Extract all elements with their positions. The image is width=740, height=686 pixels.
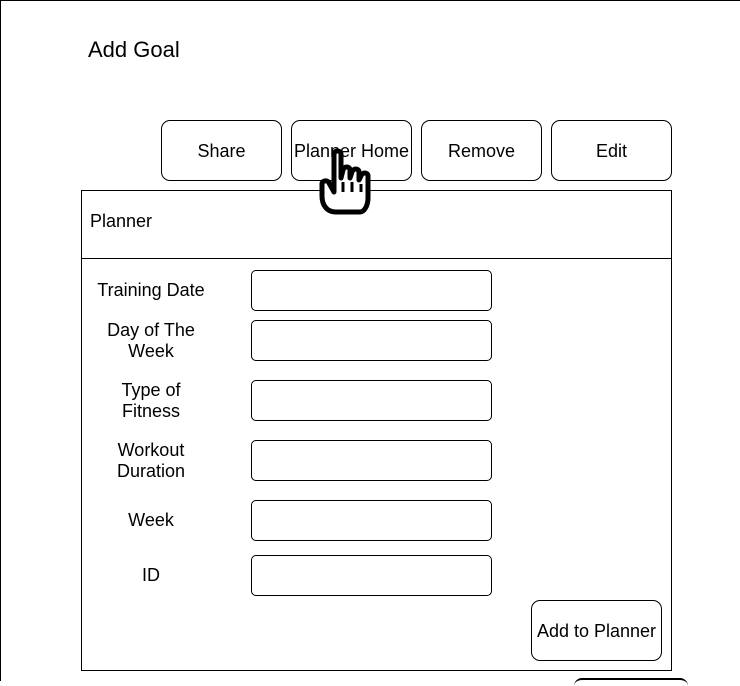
planner-title: Planner <box>90 211 153 231</box>
id-field[interactable] <box>251 555 492 596</box>
remove-button[interactable]: Remove <box>421 120 542 181</box>
edit-button[interactable]: Edit <box>551 120 672 181</box>
window-border-top <box>0 0 740 1</box>
type-of-fitness-field[interactable] <box>251 380 492 421</box>
planner-panel: Planner <box>81 190 672 671</box>
training-date-label: Training Date <box>97 280 205 300</box>
offscreen-element-edge <box>574 678 688 686</box>
training-date-field[interactable] <box>251 270 492 311</box>
type-of-fitness-label: Type of Fitness <box>121 380 181 421</box>
add-to-planner-button[interactable]: Add to Planner <box>531 600 662 661</box>
day-of-week-field[interactable] <box>251 320 492 361</box>
id-label: ID <box>142 565 160 585</box>
week-field[interactable] <box>251 500 492 541</box>
week-label: Week <box>128 510 174 530</box>
planner-home-button[interactable]: Planner Home <box>291 120 412 181</box>
workout-duration-label: Workout Duration <box>116 440 186 481</box>
page-title: Add Goal <box>88 37 180 62</box>
planner-divider <box>82 258 671 259</box>
share-button[interactable]: Share <box>161 120 282 181</box>
window-border-left <box>0 0 1 681</box>
day-of-week-label: Day of The Week <box>107 320 195 361</box>
workout-duration-field[interactable] <box>251 440 492 481</box>
